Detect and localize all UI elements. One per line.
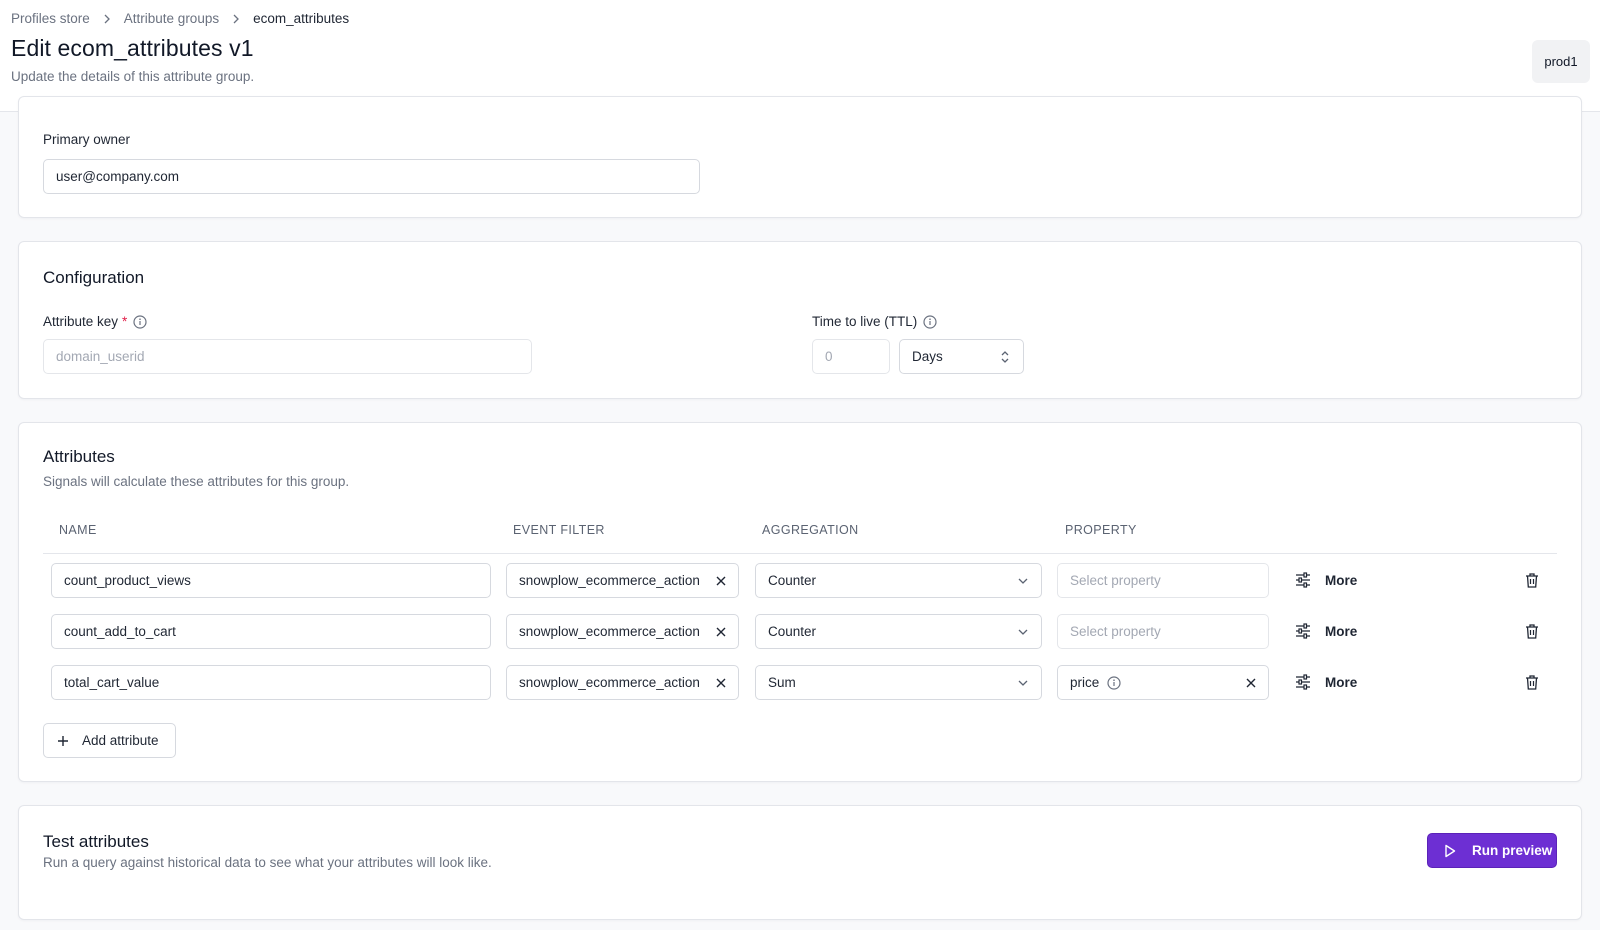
attribute-key-input[interactable]: domain_userid <box>43 339 532 374</box>
ttl-value-input[interactable]: 0 <box>812 339 890 374</box>
more-options-button[interactable]: More <box>1295 572 1357 588</box>
trash-icon[interactable] <box>1524 623 1540 640</box>
breadcrumb-item-attribute-groups[interactable]: Attribute groups <box>124 11 219 26</box>
aggregation-select[interactable]: Counter <box>755 614 1042 649</box>
attribute-name-input[interactable]: count_product_views <box>51 563 491 598</box>
property-value: price <box>1070 675 1100 690</box>
close-icon[interactable] <box>714 625 728 639</box>
chevron-right-icon <box>103 14 111 24</box>
aggregation-select[interactable]: Sum <box>755 665 1042 700</box>
configuration-card: Configuration Attribute key * domain_use… <box>18 241 1582 399</box>
owner-card: Primary owner user@company.com <box>18 96 1582 218</box>
trash-icon[interactable] <box>1524 674 1540 691</box>
page-subtitle: Update the details of this attribute gro… <box>11 69 255 84</box>
primary-owner-label: Primary owner <box>43 132 131 147</box>
close-icon[interactable] <box>714 574 728 588</box>
run-preview-label: Run preview <box>1472 843 1553 858</box>
required-asterisk: * <box>122 314 128 329</box>
chevron-right-icon <box>232 14 240 24</box>
trash-icon[interactable] <box>1524 572 1540 589</box>
plus-icon <box>57 735 69 747</box>
property-select[interactable]: Select property <box>1057 563 1269 598</box>
breadcrumb-item-profiles-store[interactable]: Profiles store <box>11 11 90 26</box>
chevron-up-down-icon <box>999 350 1011 364</box>
chevron-down-icon <box>1017 575 1029 587</box>
test-attributes-description: Run a query against historical data to s… <box>43 855 492 870</box>
add-attribute-label: Add attribute <box>82 733 159 748</box>
breadcrumb-current: ecom_attributes <box>253 11 350 26</box>
test-attributes-card: Test attributes Run a query against hist… <box>18 805 1582 920</box>
page-title: Edit ecom_attributes v1 <box>11 35 254 61</box>
info-icon[interactable] <box>923 314 937 329</box>
configuration-title: Configuration <box>43 268 145 287</box>
attribute-name-input[interactable]: total_cart_value <box>51 665 491 700</box>
ttl-label-text: Time to live (TTL) <box>812 314 918 329</box>
close-icon[interactable] <box>714 676 728 690</box>
play-icon <box>1444 844 1456 858</box>
attribute-key-label: Attribute key * <box>43 314 147 329</box>
event-filter-chip[interactable]: snowplow_ecommerce_action <box>506 614 739 649</box>
chevron-down-icon <box>1017 626 1029 638</box>
breadcrumb: Profiles store Attribute groups ecom_att… <box>11 11 349 26</box>
add-attribute-button[interactable]: Add attribute <box>43 723 176 758</box>
info-icon[interactable] <box>133 314 147 329</box>
attributes-card: Attributes Signals will calculate these … <box>18 422 1582 782</box>
event-filter-value: snowplow_ecommerce_action <box>519 675 700 690</box>
run-preview-button[interactable]: Run preview <box>1427 833 1557 868</box>
chevron-down-icon <box>1017 677 1029 689</box>
event-filter-chip[interactable]: snowplow_ecommerce_action <box>506 563 739 598</box>
sliders-icon <box>1295 572 1311 588</box>
column-header-aggregation: AGGREGATION <box>762 523 859 537</box>
ttl-unit-value: Days <box>912 349 943 364</box>
aggregation-value: Sum <box>768 675 796 690</box>
more-options-button[interactable]: More <box>1295 674 1357 690</box>
column-header-property: PROPERTY <box>1065 523 1137 537</box>
primary-owner-input[interactable]: user@company.com <box>43 159 700 194</box>
aggregation-value: Counter <box>768 624 817 639</box>
event-filter-value: snowplow_ecommerce_action <box>519 573 700 588</box>
info-icon[interactable] <box>1107 675 1121 690</box>
event-filter-chip[interactable]: snowplow_ecommerce_action <box>506 665 739 700</box>
column-header-name: NAME <box>59 523 97 537</box>
ttl-unit-select[interactable]: Days <box>899 339 1024 374</box>
attribute-key-label-text: Attribute key <box>43 314 119 329</box>
property-select[interactable]: price <box>1057 665 1269 700</box>
aggregation-value: Counter <box>768 573 817 588</box>
sliders-icon <box>1295 623 1311 639</box>
attribute-name-input[interactable]: count_add_to_cart <box>51 614 491 649</box>
more-label: More <box>1325 623 1358 639</box>
sliders-icon <box>1295 674 1311 690</box>
more-label: More <box>1325 572 1358 588</box>
event-filter-value: snowplow_ecommerce_action <box>519 624 700 639</box>
column-header-event-filter: EVENT FILTER <box>513 523 605 537</box>
ttl-label: Time to live (TTL) <box>812 314 937 329</box>
environment-selector[interactable]: prod1 <box>1532 40 1590 83</box>
more-label: More <box>1325 674 1358 690</box>
more-options-button[interactable]: More <box>1295 623 1357 639</box>
attributes-description: Signals will calculate these attributes … <box>43 474 350 489</box>
property-select[interactable]: Select property <box>1057 614 1269 649</box>
test-attributes-title: Test attributes <box>43 832 149 851</box>
attributes-title: Attributes <box>43 447 115 466</box>
close-icon[interactable] <box>1244 676 1258 690</box>
aggregation-select[interactable]: Counter <box>755 563 1042 598</box>
table-divider <box>43 553 1557 554</box>
